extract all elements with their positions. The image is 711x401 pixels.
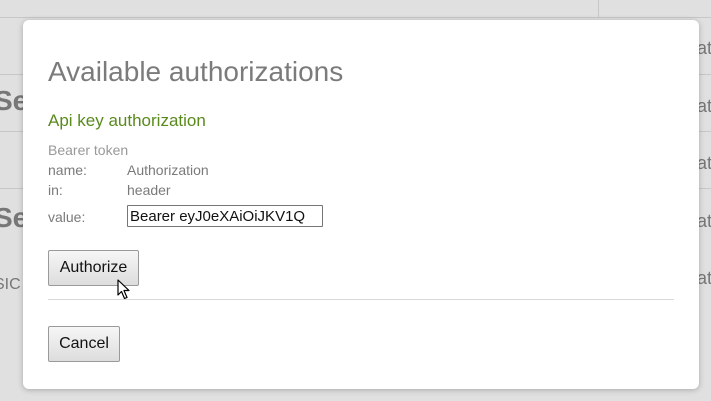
- in-label: in:: [48, 182, 63, 198]
- name-label: name:: [48, 162, 87, 178]
- value-label: value:: [48, 209, 86, 225]
- dialog-title: Available authorizations: [48, 56, 344, 87]
- in-value: header: [127, 182, 171, 198]
- api-key-value-input[interactable]: [127, 205, 323, 227]
- name-value: Authorization: [127, 162, 209, 178]
- cancel-button[interactable]: Cancel: [48, 326, 120, 362]
- authorization-dialog: Available authorizations Api key authori…: [23, 20, 699, 389]
- arrow-pointer-icon: [117, 279, 130, 300]
- dialog-divider: [48, 299, 674, 300]
- auth-scheme-heading: Api key authorization: [48, 111, 206, 130]
- auth-scheme-description: Bearer token: [48, 142, 129, 158]
